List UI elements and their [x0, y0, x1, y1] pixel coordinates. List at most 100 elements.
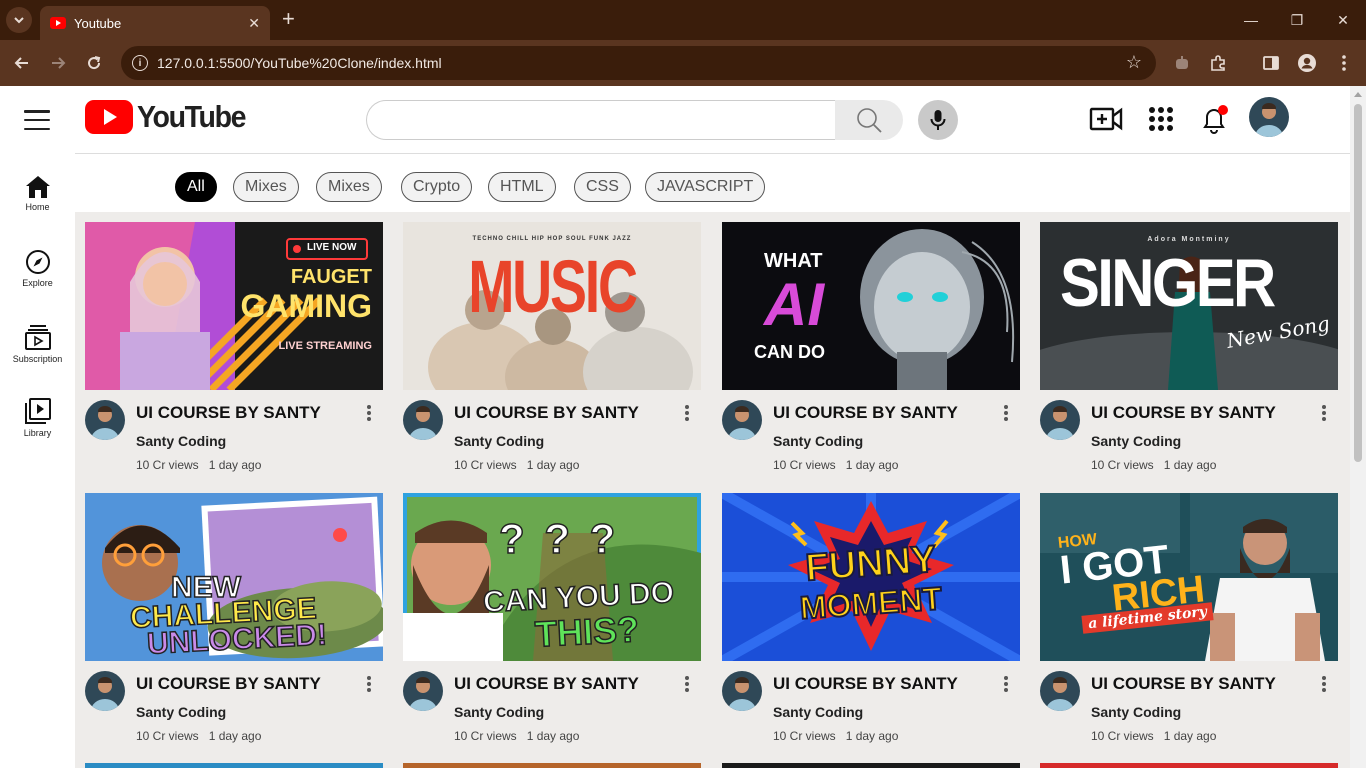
more-options-icon[interactable] — [685, 405, 689, 421]
channel-name[interactable]: Santy Coding — [773, 433, 863, 449]
chip-crypto[interactable]: Crypto — [401, 172, 473, 202]
thumb-text: TECHNO CHILL HIP HOP SOUL FUNK JAZZ — [472, 236, 632, 242]
video-card[interactable]: Adora Montminy SINGER New Song UI COURSE… — [1040, 222, 1338, 485]
channel-name[interactable]: Santy Coding — [454, 433, 544, 449]
sidebar-item-explore[interactable]: Explore — [0, 249, 75, 288]
youtube-logo[interactable]: YouTube — [85, 99, 255, 135]
video-title[interactable]: UI COURSE BY SANTY — [1091, 674, 1276, 694]
channel-name[interactable]: Santy Coding — [136, 704, 226, 720]
address-bar[interactable]: i 127.0.0.1:5500/YouTube%20Clone/index.h… — [121, 46, 1156, 80]
user-avatar[interactable] — [1249, 97, 1289, 137]
more-options-icon[interactable] — [367, 405, 371, 421]
video-title[interactable]: UI COURSE BY SANTY — [454, 674, 639, 694]
channel-name[interactable]: Santy Coding — [1091, 433, 1181, 449]
channel-avatar[interactable] — [85, 671, 125, 711]
search-input[interactable] — [366, 100, 836, 140]
channel-name[interactable]: Santy Coding — [454, 704, 544, 720]
side-panel-icon[interactable] — [1260, 52, 1282, 74]
video-card[interactable]: TECHNO CHILL HIP HOP SOUL FUNK JAZZ MUSI… — [403, 222, 701, 485]
site-info-icon[interactable]: i — [132, 55, 148, 71]
notifications-bell-icon[interactable] — [1197, 102, 1231, 136]
view-count: 10 Cr views — [454, 729, 517, 743]
browser-menu-icon[interactable] — [1333, 52, 1355, 74]
video-title[interactable]: UI COURSE BY SANTY — [773, 403, 958, 423]
extensions-puzzle-icon[interactable] — [1207, 52, 1229, 74]
close-tab-icon[interactable]: ✕ — [248, 15, 260, 32]
tab-search-button[interactable] — [6, 7, 32, 33]
sidebar-item-library[interactable]: Library — [0, 397, 75, 438]
channel-name[interactable]: Santy Coding — [773, 704, 863, 720]
video-title[interactable]: UI COURSE BY SANTY — [1091, 403, 1276, 423]
more-options-icon[interactable] — [1322, 405, 1326, 421]
more-options-icon[interactable] — [1004, 676, 1008, 692]
video-thumbnail[interactable]: ? ? ? CAN YOU DO THIS? — [403, 493, 701, 661]
reload-button[interactable] — [83, 52, 105, 74]
more-options-icon[interactable] — [685, 676, 689, 692]
channel-avatar[interactable] — [1040, 400, 1080, 440]
channel-name[interactable]: Santy Coding — [1091, 704, 1181, 720]
create-video-icon[interactable] — [1089, 102, 1123, 136]
scrollbar-thumb[interactable] — [1354, 104, 1362, 462]
video-stats: 10 Cr views 1 day ago — [773, 729, 898, 743]
video-meta: UI COURSE BY SANTY Santy Coding 10 Cr vi… — [722, 661, 1020, 756]
video-card[interactable]: HOW I GOT RICH a lifetime story UI COURS… — [1040, 493, 1338, 756]
channel-avatar[interactable] — [403, 400, 443, 440]
video-thumbnail[interactable]: LIVE NOW FAUGET GAMING LIVE STREAMING — [85, 222, 383, 390]
more-options-icon[interactable] — [1004, 405, 1008, 421]
sidebar-item-home[interactable]: Home — [0, 175, 75, 212]
back-button[interactable] — [11, 52, 33, 74]
chip-css[interactable]: CSS — [574, 172, 631, 202]
restore-button[interactable]: ❐ — [1274, 0, 1320, 40]
chip-javascript[interactable]: JAVASCRIPT — [645, 172, 766, 202]
video-title[interactable]: UI COURSE BY SANTY — [773, 674, 958, 694]
video-stats: 10 Cr views 1 day ago — [454, 729, 579, 743]
channel-avatar[interactable] — [722, 671, 762, 711]
video-card[interactable]: LIVE NOW FAUGET GAMING LIVE STREAMING UI… — [85, 222, 383, 485]
apps-grid-icon[interactable] — [1144, 102, 1178, 136]
video-meta: UI COURSE BY SANTY Santy Coding 10 Cr vi… — [722, 390, 1020, 485]
extension-robot-icon[interactable] — [1171, 52, 1193, 74]
chip-html[interactable]: HTML — [488, 172, 556, 202]
video-thumbnail[interactable]: WHAT AI CAN DO — [722, 222, 1020, 390]
video-title[interactable]: UI COURSE BY SANTY — [136, 403, 321, 423]
chip-all[interactable]: All — [175, 172, 217, 202]
sidebar-item-subscription[interactable]: Subscription — [0, 323, 75, 364]
video-thumbnail[interactable]: TECHNO CHILL HIP HOP SOUL FUNK JAZZ MUSI… — [403, 222, 701, 390]
channel-name[interactable]: Santy Coding — [136, 433, 226, 449]
chip-mixes[interactable]: Mixes — [316, 172, 382, 202]
page-scrollbar[interactable] — [1350, 86, 1366, 768]
video-card[interactable]: NEW CHALLENGE UNLOCKED! UI COURSE BY SAN… — [85, 493, 383, 756]
browser-tab[interactable]: Youtube ✕ — [40, 6, 270, 40]
channel-avatar[interactable] — [722, 400, 762, 440]
profile-icon[interactable] — [1296, 52, 1318, 74]
bookmark-star-icon[interactable]: ☆ — [1126, 52, 1142, 73]
video-card[interactable]: FUNNY MOMENT UI COURSE BY SANTY Santy Co… — [722, 493, 1020, 756]
more-options-icon[interactable] — [367, 676, 371, 692]
video-title[interactable]: UI COURSE BY SANTY — [136, 674, 321, 694]
video-title[interactable]: UI COURSE BY SANTY — [454, 403, 639, 423]
more-options-icon[interactable] — [1322, 676, 1326, 692]
close-window-button[interactable]: ✕ — [1320, 0, 1366, 40]
video-thumbnail[interactable]: FUNNY MOMENT — [722, 493, 1020, 661]
channel-avatar[interactable] — [403, 671, 443, 711]
hamburger-menu-icon[interactable] — [24, 110, 50, 130]
minimize-button[interactable]: — — [1228, 0, 1274, 40]
scroll-up-arrow-icon[interactable] — [1354, 92, 1362, 97]
video-card[interactable]: WHAT AI CAN DO UI COURSE BY SANTY Santy … — [722, 222, 1020, 485]
channel-avatar[interactable] — [1040, 671, 1080, 711]
search-button[interactable] — [835, 100, 903, 140]
video-card-partial — [85, 763, 383, 768]
video-thumbnail[interactable]: HOW I GOT RICH a lifetime story — [1040, 493, 1338, 661]
thumb-text: SINGER — [1060, 245, 1276, 321]
voice-search-button[interactable] — [918, 100, 958, 140]
window-controls: — ❐ ✕ — [1228, 0, 1366, 40]
chip-mixes[interactable]: Mixes — [233, 172, 299, 202]
channel-avatar[interactable] — [85, 400, 125, 440]
video-thumbnail[interactable]: NEW CHALLENGE UNLOCKED! — [85, 493, 383, 661]
new-tab-button[interactable]: + — [282, 8, 295, 30]
video-thumbnail[interactable]: Adora Montminy SINGER New Song — [1040, 222, 1338, 390]
tab-title: Youtube — [74, 15, 122, 31]
forward-button[interactable] — [47, 52, 69, 74]
video-card[interactable]: ? ? ? CAN YOU DO THIS? UI COURSE BY SANT… — [403, 493, 701, 756]
view-count: 10 Cr views — [1091, 729, 1154, 743]
